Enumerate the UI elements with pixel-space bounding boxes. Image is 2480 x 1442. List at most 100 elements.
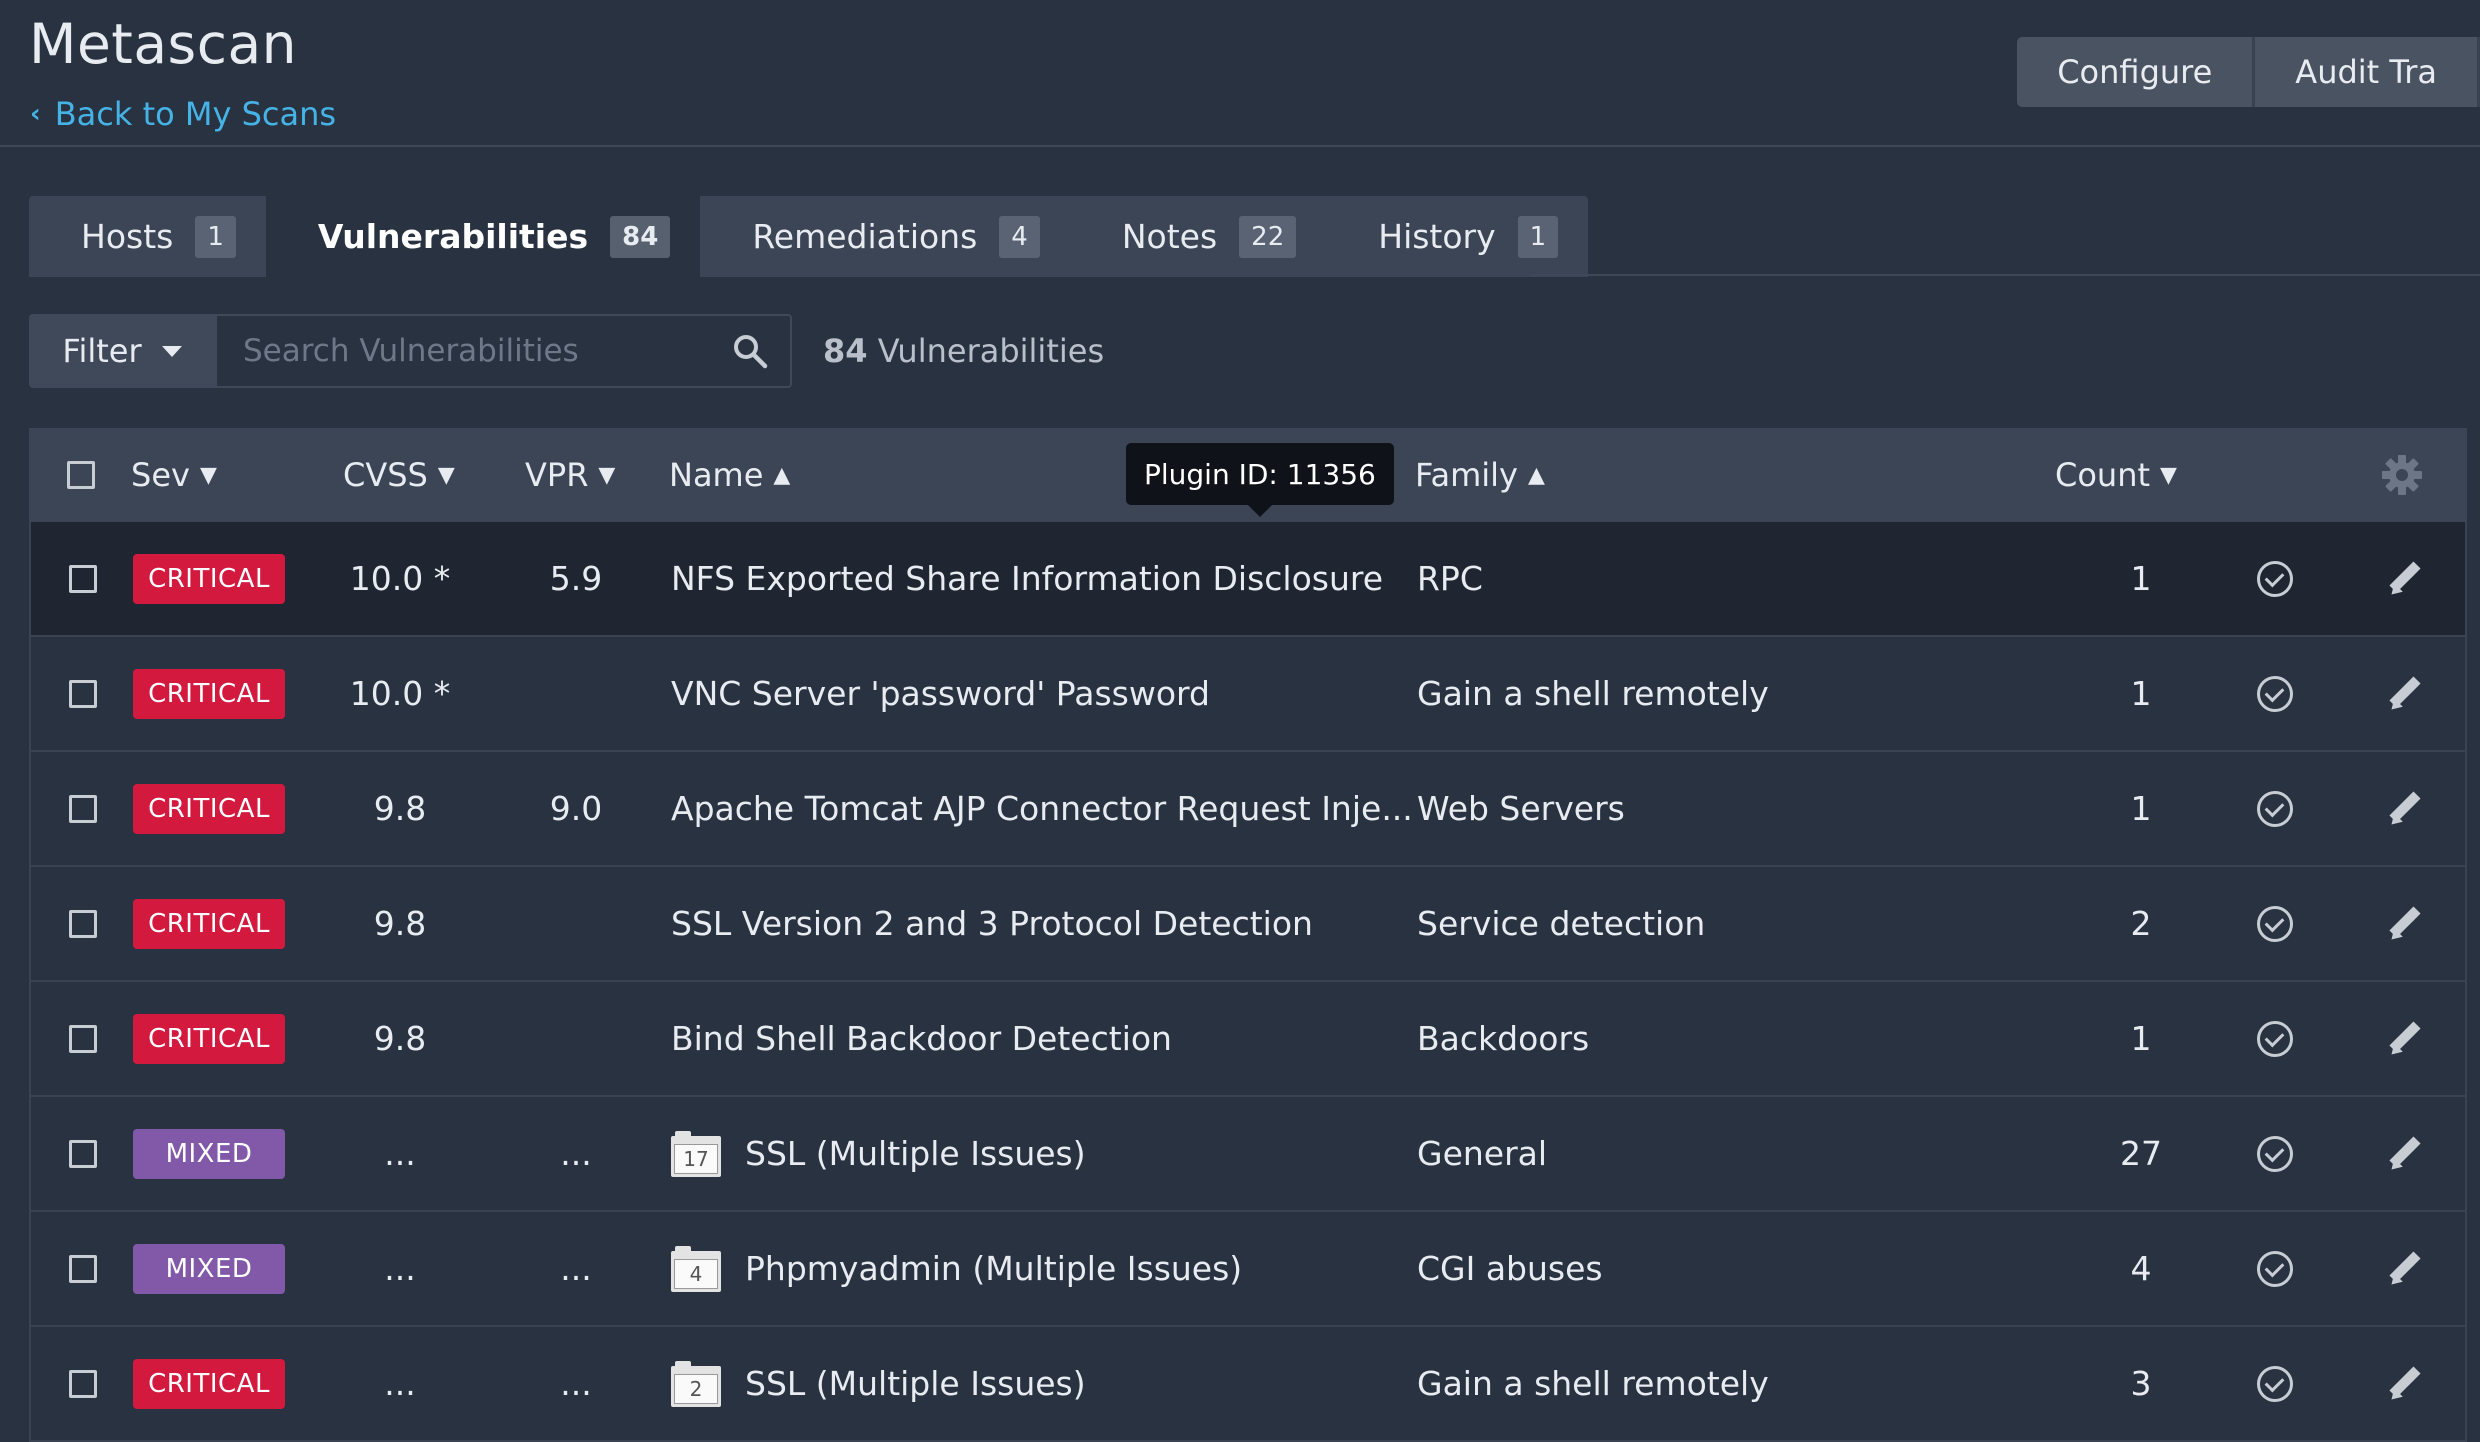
column-header-cvss[interactable]: CVSS ▼ xyxy=(343,428,455,522)
table-row[interactable]: MIXED ... ... 17 SSL (Multiple Issues) G… xyxy=(29,1097,2467,1212)
table-row[interactable]: CRITICAL 10.0 * VNC Server 'password' Pa… xyxy=(29,637,2467,752)
pencil-icon[interactable] xyxy=(2386,904,2426,944)
row-checkbox[interactable] xyxy=(69,1254,97,1283)
tab-remediations[interactable]: Remediations 4 xyxy=(700,196,1070,277)
table-row[interactable]: CRITICAL 9.8 Bind Shell Backdoor Detecti… xyxy=(29,982,2467,1097)
column-header-vpr[interactable]: VPR ▼ xyxy=(525,428,615,522)
severity-badge: CRITICAL xyxy=(133,1013,285,1064)
vulnerability-count-cell: 1 xyxy=(2130,559,2152,598)
vulnerability-name-cell[interactable]: 17 SSL (Multiple Issues) xyxy=(671,1097,1086,1210)
check-circle-icon[interactable] xyxy=(2257,790,2293,827)
vulnerability-count-cell: 1 xyxy=(2130,674,2152,713)
pencil-icon[interactable] xyxy=(2386,1134,2426,1174)
check-circle-icon[interactable] xyxy=(2257,1020,2293,1057)
tab-count-badge: 1 xyxy=(1517,215,1559,258)
tab-count-badge: 22 xyxy=(1239,215,1297,258)
back-link-label: Back to My Scans xyxy=(54,95,337,133)
vulnerability-name-cell[interactable]: NFS Exported Share Information Disclosur… xyxy=(671,522,1383,635)
vulnerability-name-cell[interactable]: 2 SSL (Multiple Issues) xyxy=(671,1327,1086,1440)
row-checkbox[interactable] xyxy=(69,1024,97,1053)
vulnerability-count: 84 Vulnerabilities xyxy=(823,332,1104,370)
check-circle-icon[interactable] xyxy=(2257,905,2293,942)
search-input[interactable] xyxy=(241,332,711,370)
cvss-score: 9.8 xyxy=(373,904,427,943)
pencil-icon[interactable] xyxy=(2386,1364,2426,1404)
folder-group-icon: 4 xyxy=(671,1245,721,1292)
tab-count-badge: 84 xyxy=(610,215,671,258)
vulnerability-name-cell[interactable]: 4 Phpmyadmin (Multiple Issues) xyxy=(671,1212,1242,1325)
severity-cell: CRITICAL xyxy=(133,982,285,1095)
vulnerability-name-cell[interactable]: Apache Tomcat AJP Connector Request Inje… xyxy=(671,752,1413,865)
row-checkbox[interactable] xyxy=(69,679,97,708)
vulnerability-family: Backdoors xyxy=(1417,1019,1590,1058)
table-row[interactable]: CRITICAL 10.0 * 5.9 NFS Exported Share I… xyxy=(29,522,2467,637)
severity-badge: MIXED xyxy=(133,1243,285,1294)
filter-label: Filter xyxy=(62,332,142,370)
table-row[interactable]: CRITICAL 9.8 SSL Version 2 and 3 Protoco… xyxy=(29,867,2467,982)
row-select-cell xyxy=(69,1212,97,1325)
severity-cell: CRITICAL xyxy=(133,752,285,865)
severity-cell: MIXED xyxy=(133,1212,285,1325)
tab-history[interactable]: History 1 xyxy=(1326,196,1588,277)
check-circle-icon[interactable] xyxy=(2257,675,2293,712)
table-row[interactable]: CRITICAL ... ... 2 SSL (Multiple Issues)… xyxy=(29,1327,2467,1442)
back-to-scans-link[interactable]: ‹ Back to My Scans xyxy=(30,95,336,133)
vulnerability-count-cell: 3 xyxy=(2130,1364,2152,1403)
vulnerability-name-cell[interactable]: Bind Shell Backdoor Detection xyxy=(671,982,1172,1095)
pencil-icon[interactable] xyxy=(2386,1019,2426,1059)
check-circle-icon[interactable] xyxy=(2257,1250,2293,1287)
vulnerability-name: Apache Tomcat AJP Connector Request Inje… xyxy=(671,789,1413,828)
row-checkbox[interactable] xyxy=(69,1139,97,1168)
edit-cell xyxy=(2386,1327,2426,1440)
tab-notes[interactable]: Notes 22 xyxy=(1070,196,1326,277)
plugin-id-tooltip: Plugin ID: 11356 xyxy=(1126,443,1394,517)
search-box xyxy=(215,314,792,388)
column-header-name[interactable]: Name ▲ xyxy=(669,428,790,522)
table-row[interactable]: MIXED ... ... 4 Phpmyadmin (Multiple Iss… xyxy=(29,1212,2467,1327)
check-circle-icon[interactable] xyxy=(2257,1135,2293,1172)
header-actions: Configure Audit Tra xyxy=(2017,37,2480,107)
row-checkbox[interactable] xyxy=(69,794,97,823)
check-circle-icon[interactable] xyxy=(2257,560,2293,597)
caret-down-icon xyxy=(161,345,182,357)
row-select-cell xyxy=(69,522,97,635)
vulnerability-name: SSL (Multiple Issues) xyxy=(745,1134,1086,1173)
sort-desc-icon: ▼ xyxy=(199,462,217,488)
tab-vulnerabilities[interactable]: Vulnerabilities 84 xyxy=(265,196,701,277)
configure-button[interactable]: Configure xyxy=(2017,37,2256,107)
pencil-icon[interactable] xyxy=(2386,789,2426,829)
select-all-checkbox[interactable] xyxy=(67,461,95,489)
pencil-icon[interactable] xyxy=(2386,559,2426,599)
severity-cell: CRITICAL xyxy=(133,637,285,750)
vulnerability-family: Gain a shell remotely xyxy=(1417,674,1769,713)
table-row[interactable]: CRITICAL 9.8 9.0 Apache Tomcat AJP Conne… xyxy=(29,752,2467,867)
tab-hosts[interactable]: Hosts 1 xyxy=(29,196,266,277)
column-label: Family xyxy=(1415,456,1518,494)
edit-cell xyxy=(2386,1212,2426,1325)
filter-dropdown-button[interactable]: Filter xyxy=(29,314,215,388)
audit-trail-button[interactable]: Audit Tra xyxy=(2255,37,2480,107)
vulnerability-count-cell: 4 xyxy=(2130,1249,2152,1288)
row-select-cell xyxy=(69,1097,97,1210)
vulnerability-name: SSL (Multiple Issues) xyxy=(745,1364,1086,1403)
gear-icon[interactable] xyxy=(2381,454,2423,496)
vulnerability-count-cell: 27 xyxy=(2120,1134,2162,1173)
vulnerability-name-cell[interactable]: SSL Version 2 and 3 Protocol Detection xyxy=(671,867,1313,980)
vulnerability-family: RPC xyxy=(1417,559,1483,598)
tab-bar: Hosts 1 Vulnerabilities 84 Remediations … xyxy=(29,196,1589,277)
row-checkbox[interactable] xyxy=(69,909,97,938)
column-header-count[interactable]: Count ▼ xyxy=(2055,428,2177,522)
row-checkbox[interactable] xyxy=(69,564,97,593)
vulnerability-family: Gain a shell remotely xyxy=(1417,1364,1769,1403)
pencil-icon[interactable] xyxy=(2386,674,2426,714)
row-checkbox[interactable] xyxy=(69,1369,97,1398)
search-icon[interactable] xyxy=(732,333,768,369)
check-circle-icon[interactable] xyxy=(2257,1365,2293,1402)
vpr-score xyxy=(501,867,651,980)
vulnerability-name-cell[interactable]: VNC Server 'password' Password xyxy=(671,637,1210,750)
vulnerability-count-cell: 2 xyxy=(2130,904,2152,943)
sort-asc-icon: ▲ xyxy=(1527,462,1545,488)
column-header-family[interactable]: Family ▲ xyxy=(1415,428,1545,522)
column-header-sev[interactable]: Sev ▼ xyxy=(131,428,217,522)
pencil-icon[interactable] xyxy=(2386,1249,2426,1289)
